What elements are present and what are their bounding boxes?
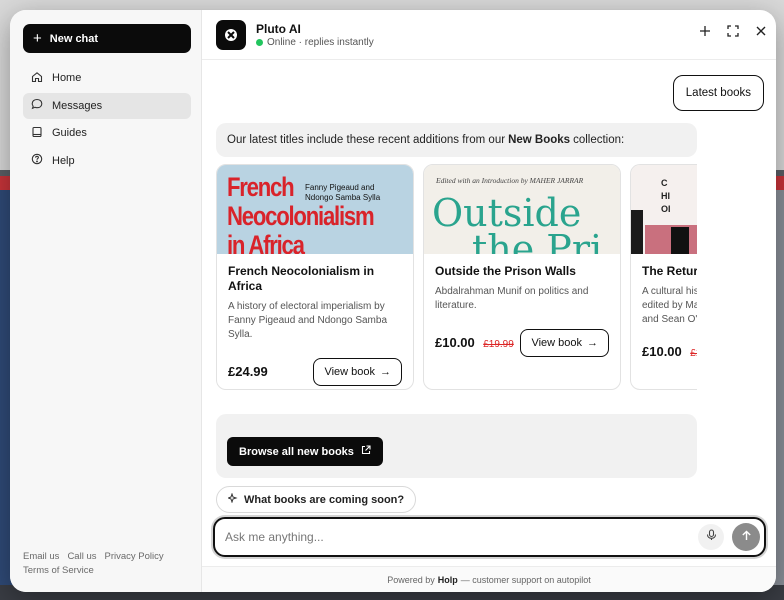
user-message: Latest books [672,75,764,111]
email-us-link[interactable]: Email us [23,551,59,562]
suggestion-label: What books are coming soon? [244,493,405,506]
bot-info: Pluto AI Online · replies instantly [256,22,374,48]
book-price: £10.00 [435,335,475,350]
new-chat-label: New chat [49,32,99,45]
book-old-price: £19.99 [483,339,514,350]
sidebar: + New chat Home Messages Guides Help Ema… [10,10,202,592]
arrow-right-icon: → [380,366,391,378]
sparkle-icon [227,492,238,506]
book-title: French Neocolonialism in Africa [228,264,375,293]
plus-icon: + [33,30,42,47]
chat-main: Pluto AI Online · replies instantly Late… [202,10,776,592]
close-icon[interactable] [754,24,768,38]
home-icon [31,71,43,86]
book-cover: Edited with an Introduction by MAHER JAR… [424,165,620,254]
terms-link[interactable]: Terms of Service [23,565,94,576]
sidebar-item-guides[interactable]: Guides [23,120,191,146]
sidebar-item-home[interactable]: Home [23,65,191,91]
bot-status: Online · replies instantly [256,37,374,48]
book-card: C HI OI The Retur A cultural his edited … [630,164,697,390]
sidebar-item-label: Home [52,72,82,84]
cover-graphic [631,210,643,254]
browse-all-books-label: Browse all new books [239,445,354,458]
call-us-link[interactable]: Call us [67,551,96,562]
bot-status-text: Online · replies instantly [267,36,374,48]
cover-title-line: HI [661,191,670,201]
book-card-body: Outside the Prison Walls Abdalrahman Mun… [424,254,620,368]
book-price-row: £10.00 £1 [642,343,697,361]
cover-graphic [671,227,689,254]
privacy-policy-link[interactable]: Privacy Policy [104,551,163,562]
book-icon [31,126,43,141]
view-book-label: View book [531,337,582,349]
book-card: Edited with an Introduction by MAHER JAR… [423,164,621,390]
cover-title-line: C [661,178,668,188]
microphone-icon [706,528,717,546]
powered-prefix: Powered by [387,574,435,585]
microphone-button[interactable] [698,524,724,550]
arrow-right-icon: → [587,337,598,349]
book-card-body: The Retur A cultural his edited by Ma an… [631,254,697,372]
browse-panel: Browse all new books [216,414,697,478]
chat-header: Pluto AI Online · replies instantly [202,10,776,60]
arrow-up-icon [741,528,752,546]
book-price-row: £10.00 £19.99 View book → [435,329,609,357]
sidebar-item-label: Help [52,154,75,167]
header-actions [698,24,768,38]
book-cover: French Neocolonialism in Africa Fanny Pi… [217,165,413,254]
chat-transcript: Latest books Our latest titles include t… [202,61,776,516]
bot-message-text: Our latest titles include these recent a… [227,134,506,146]
plus-icon[interactable] [698,24,712,38]
cover-title-line: OI [661,204,671,214]
book-carousel[interactable]: French Neocolonialism in Africa Fanny Pi… [216,164,697,392]
powered-by-footer: Powered by Holp — customer support on au… [202,566,776,592]
cover-authors: Fanny Pigeaud and Ndongo Samba Sylla [305,183,381,202]
bot-name: Pluto AI [256,21,301,36]
view-book-button[interactable]: View book → [313,358,402,386]
help-circle-icon [31,153,43,168]
expand-icon[interactable] [726,24,740,38]
online-status-dot [256,38,263,46]
book-price-row: £24.99 View book → [228,358,402,386]
book-card-body: French Neocolonialism in Africa A histor… [217,254,413,389]
cover-title-line: in Africa [227,230,305,255]
cover-title-line: Outside [432,191,582,235]
sidebar-nav: Home Messages Guides Help [23,65,191,175]
bot-message-text-end: collection: [573,134,625,146]
book-title: Outside the Prison Walls [435,264,576,278]
book-description: A cultural his edited by Ma and Sean O' [642,286,697,325]
bot-message-bold: New Books [508,134,571,146]
view-book-label: View book [324,366,375,378]
sidebar-footer-links: Email us Call us Privacy Policy Terms of S… [23,550,193,578]
view-book-button[interactable]: View book → [520,329,609,357]
book-price: £10.00 [642,344,682,359]
message-composer [213,517,766,557]
sidebar-item-messages[interactable]: Messages [23,92,191,119]
browse-all-books-button[interactable]: Browse all new books [227,437,383,466]
send-button[interactable] [732,523,760,551]
book-card: French Neocolonialism in Africa Fanny Pi… [216,164,414,390]
suggestion-chip[interactable]: What books are coming soon? [216,486,417,513]
new-chat-button[interactable]: + New chat [23,24,191,53]
powered-suffix: — customer support on autopilot [460,574,591,585]
chat-widget-modal: + New chat Home Messages Guides Help Ema… [10,10,776,592]
bot-message: Our latest titles include these recent a… [216,123,697,157]
chat-bubble-icon [31,98,43,113]
cover-editor-text: Edited with an Introduction by MAHER JAR… [436,176,584,185]
book-description: A history of electoral imperialism by Fa… [228,301,388,340]
book-cover: C HI OI [631,165,697,254]
sidebar-item-label: Messages [52,99,103,112]
sidebar-item-help[interactable]: Help [23,148,191,174]
message-input[interactable] [225,530,698,544]
book-description: Abdalrahman Munif on politics and litera… [435,286,589,311]
book-price: £24.99 [228,364,268,379]
book-old-price: £1 [690,348,697,359]
powered-brand: Holp [437,574,458,585]
cover-title-line: Neocolonialism [227,201,375,231]
bot-logo [216,19,246,50]
sidebar-item-label: Guides [52,127,87,139]
external-link-icon [361,445,371,458]
book-title: The Retur [642,264,697,278]
